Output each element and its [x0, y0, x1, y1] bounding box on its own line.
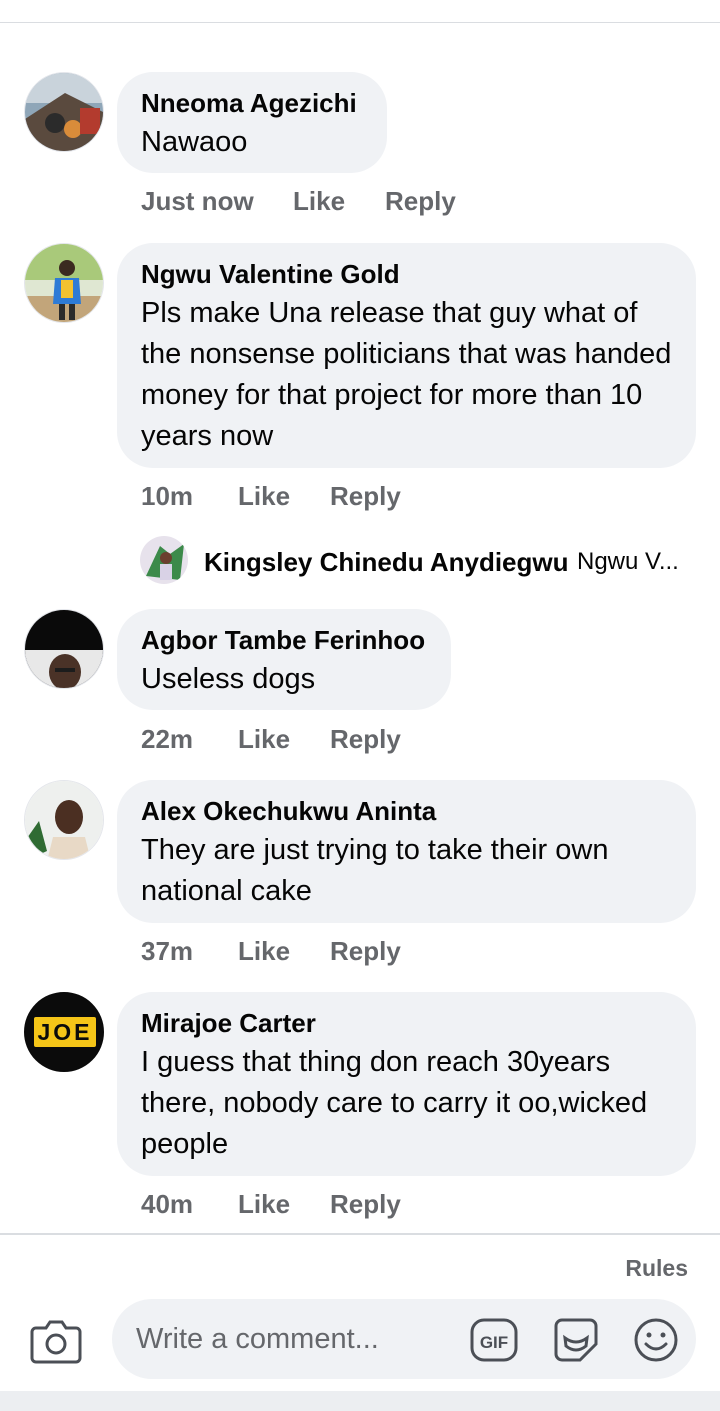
comment-time[interactable]: 22m: [141, 724, 193, 755]
reply-thread[interactable]: Kingsley Chinedu Anydiegwu Ngwu V...: [140, 536, 700, 586]
comment-input[interactable]: [136, 1317, 466, 1361]
comment-author[interactable]: Agbor Tambe Ferinhoo: [141, 625, 427, 655]
like-button[interactable]: Like: [238, 481, 290, 512]
reply-button[interactable]: Reply: [330, 936, 401, 967]
comment-bubble: Mirajoe Carter I guess that thing don re…: [117, 992, 696, 1176]
avatar[interactable]: [24, 609, 104, 689]
comment-bubble: Alex Okechukwu Aninta They are just tryi…: [117, 780, 696, 923]
comment-text: I guess that thing don reach 30years the…: [141, 1046, 648, 1160]
comment-author[interactable]: Alex Okechukwu Aninta: [141, 796, 672, 826]
comment-text: Useless dogs: [141, 663, 316, 695]
gif-icon[interactable]: GIF: [470, 1316, 518, 1364]
comment-time[interactable]: 40m: [141, 1189, 193, 1220]
joe-logo: JOE: [25, 993, 103, 1071]
reply-button[interactable]: Reply: [330, 724, 401, 755]
comment-bubble: Ngwu Valentine Gold Pls make Una release…: [117, 243, 696, 468]
reply-author[interactable]: Kingsley Chinedu Anydiegwu: [204, 547, 569, 578]
comment-author[interactable]: Mirajoe Carter: [141, 1008, 672, 1038]
gif-label: GIF: [480, 1333, 508, 1352]
comment-bubble: Agbor Tambe Ferinhoo Useless dogs: [117, 609, 451, 710]
avatar[interactable]: [24, 243, 104, 323]
comment-time[interactable]: Just now: [141, 186, 254, 217]
emoji-icon[interactable]: [632, 1316, 680, 1364]
comment-composer[interactable]: GIF: [112, 1299, 696, 1379]
bottom-bar: [0, 1391, 720, 1411]
reply-preview: Ngwu V...: [577, 548, 679, 575]
reply-button[interactable]: Reply: [385, 186, 456, 217]
comment-text: They are just trying to take their own n…: [141, 834, 609, 907]
reply-button[interactable]: Reply: [330, 481, 401, 512]
comment-bubble: Nneoma Agezichi Nawaoo: [117, 72, 387, 173]
like-button[interactable]: Like: [238, 724, 290, 755]
comment-author[interactable]: Ngwu Valentine Gold: [141, 259, 672, 289]
comment-text: Pls make Una release that guy what of th…: [141, 297, 672, 452]
avatar[interactable]: [140, 536, 188, 584]
joe-logo-text: JOE: [37, 1019, 92, 1045]
like-button[interactable]: Like: [238, 1189, 290, 1220]
comment-time[interactable]: 10m: [141, 481, 193, 512]
avatar[interactable]: [24, 780, 104, 860]
avatar[interactable]: [24, 72, 104, 152]
comment-text: Nawaoo: [141, 126, 248, 158]
camera-icon[interactable]: [30, 1318, 82, 1364]
composer-divider: [0, 1233, 720, 1235]
sticker-icon[interactable]: [552, 1316, 600, 1364]
top-divider: [0, 22, 720, 23]
like-button[interactable]: Like: [238, 936, 290, 967]
like-button[interactable]: Like: [293, 186, 345, 217]
reply-button[interactable]: Reply: [330, 1189, 401, 1220]
comment-time[interactable]: 37m: [141, 936, 193, 967]
rules-link[interactable]: Rules: [625, 1255, 688, 1282]
avatar[interactable]: JOE: [24, 992, 104, 1072]
comment-author[interactable]: Nneoma Agezichi: [141, 88, 363, 118]
